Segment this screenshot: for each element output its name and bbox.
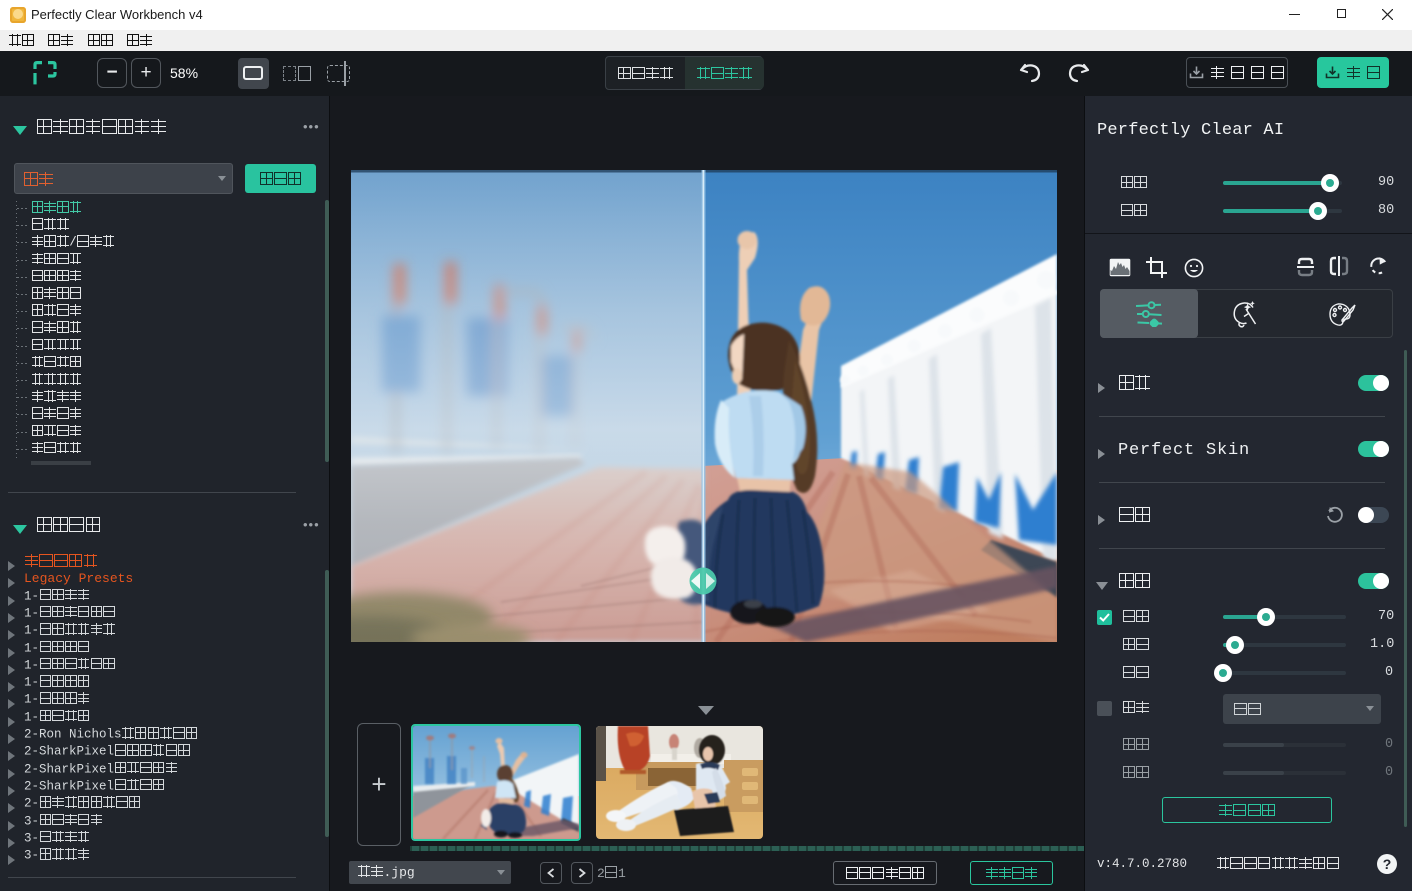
svg-text:?: ? — [1383, 856, 1392, 872]
